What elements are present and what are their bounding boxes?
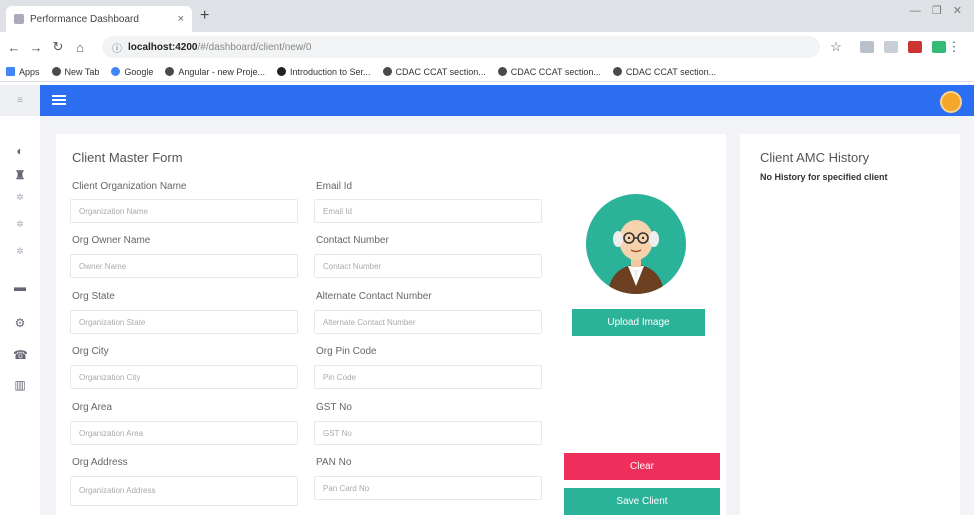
- browser-tab[interactable]: Performance Dashboard ×: [6, 6, 192, 32]
- pan-input[interactable]: [314, 476, 542, 500]
- extension-icon[interactable]: [932, 41, 946, 53]
- alt-contact-label: Alternate Contact Number: [316, 291, 432, 302]
- bank-icon[interactable]: ♜: [13, 168, 27, 182]
- js-icon: [276, 67, 286, 76]
- info-icon: ⓘ: [112, 43, 122, 55]
- bookmark-item[interactable]: CDAC CCAT section...: [497, 67, 601, 77]
- gst-label: GST No: [316, 402, 352, 413]
- alt-contact-input[interactable]: [314, 310, 542, 334]
- person-avatar-icon: [608, 220, 664, 294]
- org-area-label: Org Area: [72, 402, 113, 413]
- pin-code-label: Org Pin Code: [316, 346, 377, 357]
- org-city-label: Org City: [72, 346, 109, 357]
- url-path: /#/dashboard/client/new/0: [197, 41, 312, 53]
- org-name-label: Client Organization Name: [72, 181, 187, 192]
- google-icon: [111, 67, 121, 76]
- email-input[interactable]: [314, 199, 542, 223]
- gst-input[interactable]: [314, 421, 542, 445]
- globe-icon: [497, 67, 507, 76]
- address-bar-row: ← → ↻ ⌂ ⓘ localhost:4200 /#/dashboard/cl…: [0, 32, 974, 62]
- bookmark-item[interactable]: CDAC CCAT section...: [382, 67, 486, 77]
- org-address-label: Org Address: [72, 457, 128, 468]
- bookmark-item[interactable]: Introduction to Ser...: [276, 67, 371, 77]
- pin-code-input[interactable]: [314, 365, 542, 389]
- window-controls[interactable]: — ❐ ✕: [910, 4, 966, 17]
- sofa-icon[interactable]: ▬: [13, 280, 27, 294]
- globe-icon: [612, 67, 622, 76]
- org-name-input[interactable]: [70, 199, 298, 223]
- browser-tab-bar: Performance Dashboard × + — ❐ ✕: [0, 0, 974, 32]
- settings-icon[interactable]: ✲: [13, 219, 27, 230]
- globe-icon: [165, 67, 175, 76]
- bookmark-item[interactable]: Angular - new Proje...: [165, 67, 265, 77]
- app-header: ≡: [0, 85, 974, 116]
- url-input[interactable]: ⓘ localhost:4200 /#/dashboard/client/new…: [102, 36, 820, 58]
- reload-icon[interactable]: ↻: [50, 39, 66, 55]
- client-photo: [586, 194, 686, 294]
- history-title: Client AMC History: [760, 150, 870, 165]
- org-address-textarea[interactable]: [70, 476, 298, 506]
- motorcycle-icon[interactable]: ⚙: [13, 316, 27, 330]
- org-area-input[interactable]: [70, 421, 298, 445]
- apps-icon: [6, 67, 15, 76]
- clear-button[interactable]: Clear: [564, 453, 720, 480]
- user-avatar[interactable]: [940, 91, 962, 113]
- form-title: Client Master Form: [72, 150, 183, 165]
- history-empty-text: No History for specified client: [760, 172, 888, 182]
- url-host: localhost:4200: [128, 41, 198, 53]
- menu-toggle-icon[interactable]: [52, 95, 66, 105]
- bookmark-item[interactable]: Google: [111, 67, 153, 77]
- bookmark-star-icon[interactable]: ☆: [828, 39, 844, 55]
- contact-number-label: Contact Number: [316, 235, 389, 246]
- org-state-input[interactable]: [70, 310, 298, 334]
- favicon-icon: [14, 14, 24, 24]
- palette-icon[interactable]: ◐: [13, 144, 27, 158]
- org-state-label: Org State: [72, 291, 115, 302]
- settings-icon[interactable]: ✲: [13, 246, 27, 257]
- globe-icon: [51, 67, 61, 76]
- back-icon[interactable]: ←: [6, 40, 22, 55]
- contact-number-input[interactable]: [314, 254, 542, 278]
- bookmark-item[interactable]: Apps: [6, 67, 40, 77]
- save-client-button[interactable]: Save Client: [564, 488, 720, 515]
- logo-corner: ≡: [0, 85, 40, 116]
- owner-name-input[interactable]: [70, 254, 298, 278]
- upload-image-button[interactable]: Upload Image: [572, 309, 705, 336]
- globe-icon: [382, 67, 392, 76]
- menu-icon[interactable]: ⋮: [946, 39, 962, 55]
- bookmark-item[interactable]: New Tab: [51, 67, 99, 77]
- tab-close-icon[interactable]: ×: [178, 13, 184, 25]
- bookmark-item[interactable]: CDAC CCAT section...: [612, 67, 716, 77]
- sidebar: ◐ ♜ ✲ ✲ ✲ ▬ ⚙ ☎ ▥: [0, 116, 40, 515]
- phone-icon[interactable]: ☎: [13, 348, 28, 362]
- tab-title: Performance Dashboard: [30, 13, 139, 25]
- settings-icon[interactable]: ✲: [13, 192, 27, 203]
- org-city-input[interactable]: [70, 365, 298, 389]
- amc-history-card: [740, 134, 960, 515]
- email-label: Email Id: [316, 181, 353, 192]
- owner-name-label: Org Owner Name: [72, 235, 151, 246]
- home-icon[interactable]: ⌂: [72, 40, 88, 55]
- forward-icon[interactable]: →: [28, 40, 44, 55]
- extension-icon[interactable]: [860, 41, 874, 53]
- app-header-bar: [40, 85, 974, 116]
- new-tab-button[interactable]: +: [200, 7, 209, 25]
- pan-label: PAN No: [316, 457, 352, 468]
- extension-icon[interactable]: [908, 41, 922, 53]
- extension-icon[interactable]: [884, 41, 898, 53]
- analytics-icon[interactable]: ▥: [13, 378, 27, 392]
- bookmarks-bar: Apps New Tab Google Angular - new Proje.…: [0, 62, 974, 82]
